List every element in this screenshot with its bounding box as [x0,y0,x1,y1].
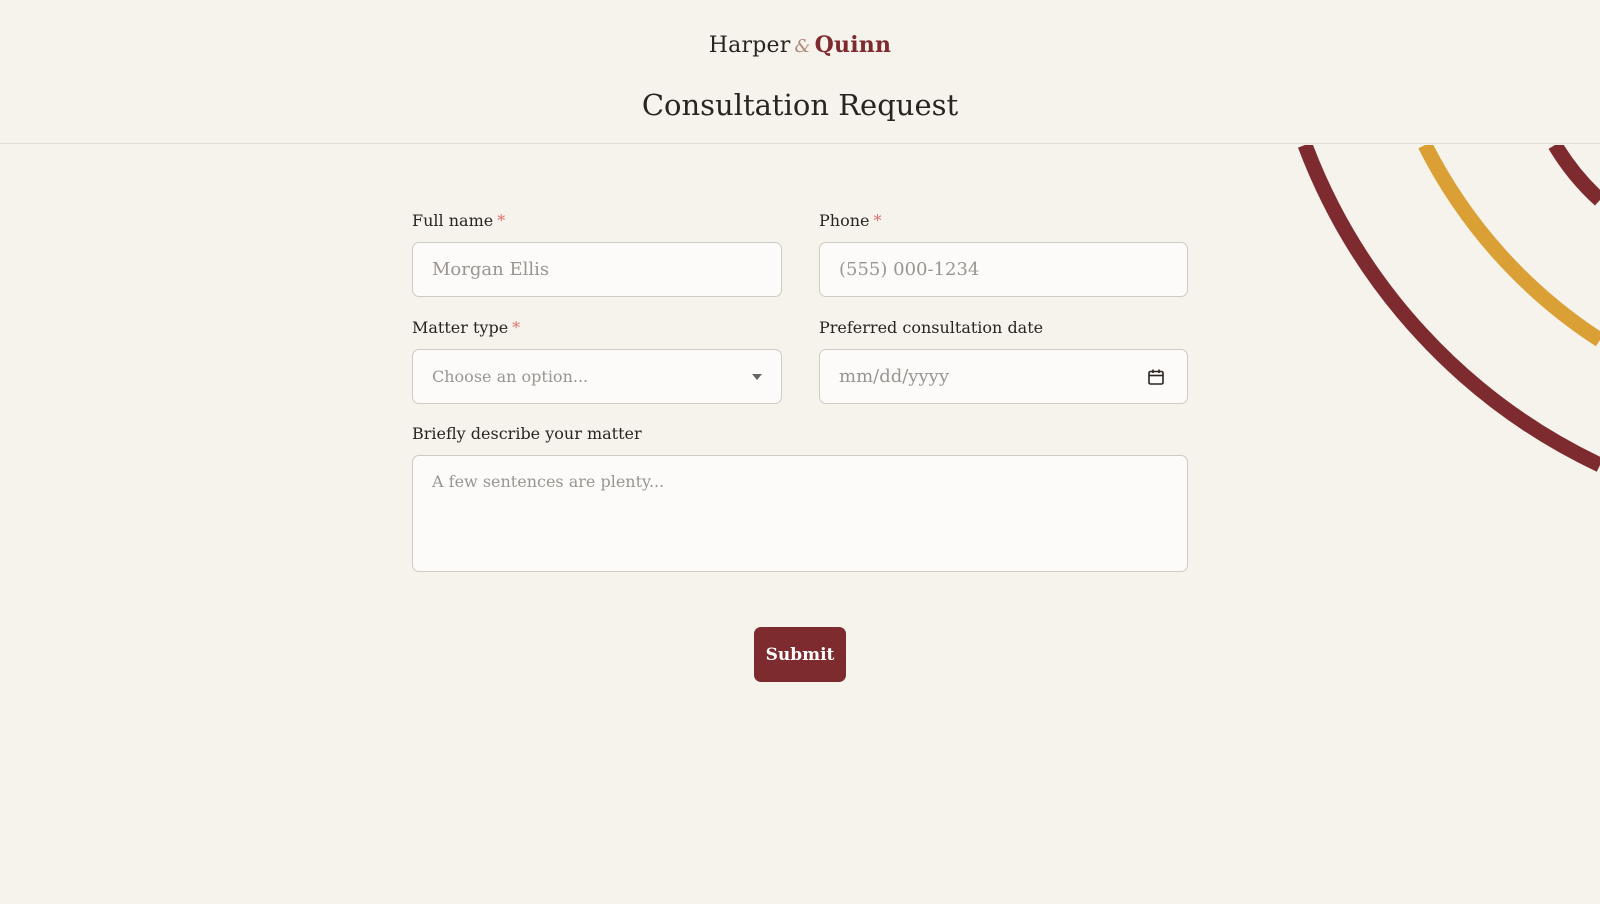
brand-second: Quinn [814,32,892,58]
page-header: Harper & Quinn Consultation Request [0,0,1600,144]
matter-type-label: Matter type * [412,318,521,337]
calendar-icon[interactable] [1147,368,1165,386]
chevron-down-icon [752,374,762,380]
phone-label: Phone * [819,211,882,230]
matter-type-select[interactable]: Choose an option... [412,349,782,404]
brand-logo: Harper & Quinn [0,32,1600,58]
description-label: Briefly describe your matter [412,424,642,443]
description-textarea[interactable]: A few sentences are plenty... [412,455,1188,572]
full-name-input[interactable]: Morgan Ellis [412,242,782,297]
submit-button[interactable]: Submit [754,627,846,682]
phone-input[interactable]: (555) 000-1234 [819,242,1188,297]
brand-first: Harper [708,33,791,58]
date-input[interactable]: mm/dd/yyyy [819,349,1188,404]
page-title: Consultation Request [641,88,959,122]
date-label: Preferred consultation date [819,318,1044,337]
full-name-label: Full name * [412,211,506,230]
brand-amp: & [794,36,811,57]
